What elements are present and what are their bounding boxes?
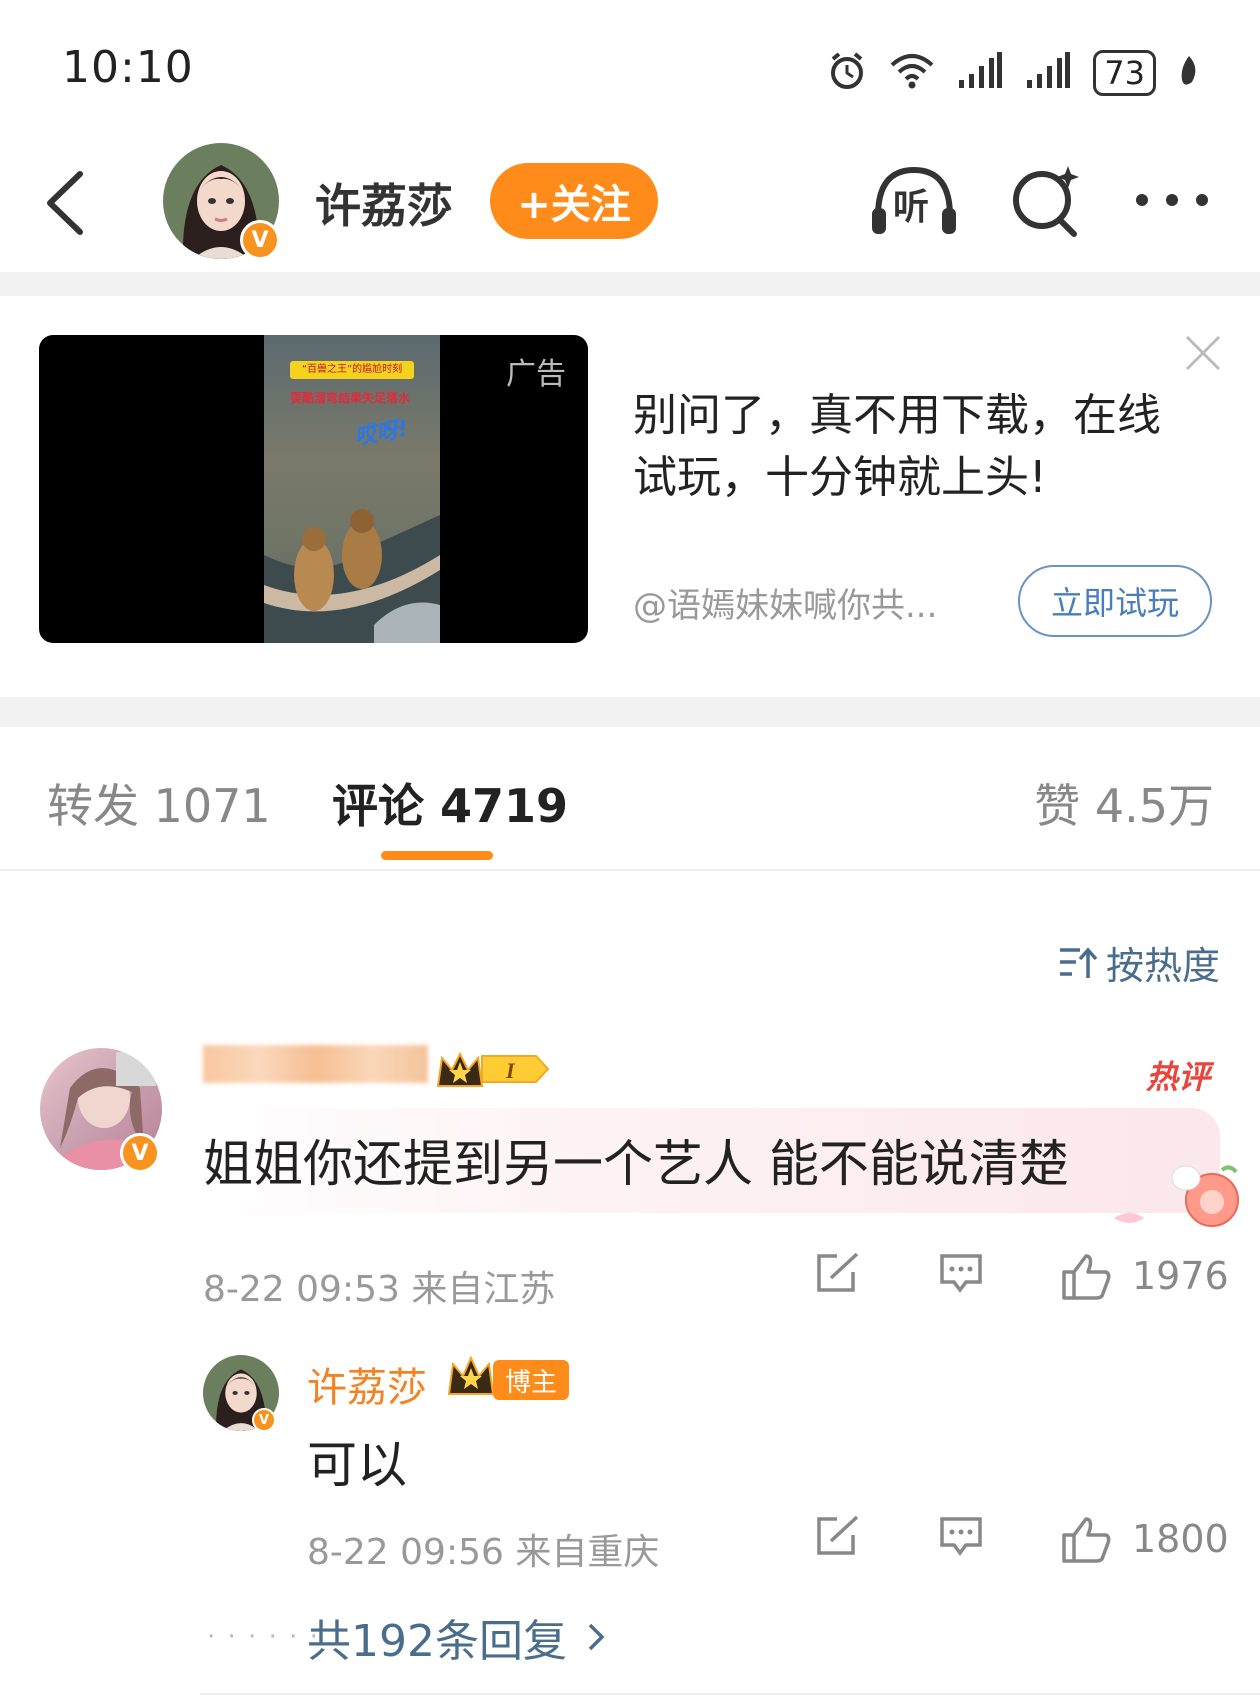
chevron-left-icon	[47, 171, 83, 235]
comment-repost-button[interactable]	[815, 1252, 861, 1294]
back-button[interactable]	[42, 168, 90, 238]
more-replies-label: 共192条回复	[307, 1616, 567, 1667]
leaf-icon	[1178, 54, 1200, 92]
ad-video-frame: “百兽之王”的尴尬时刻 耍酷溜弯结果失足落水 哎呀!	[264, 335, 440, 643]
battery-indicator: 73	[1093, 50, 1156, 96]
commenter-name[interactable]	[203, 1045, 428, 1083]
ad-close-button[interactable]	[1183, 333, 1223, 373]
blogger-badge: 博主	[493, 1360, 570, 1400]
listen-label: 听	[893, 187, 930, 228]
ad-video-caption-top: “百兽之王”的尴尬时刻	[290, 361, 414, 379]
crown-badge-icon: I	[436, 1051, 550, 1087]
chevron-right-icon	[588, 1623, 605, 1651]
signal-icon-1	[957, 52, 1003, 94]
lions-image	[264, 509, 440, 643]
fan-level-badge: I	[436, 1048, 550, 1094]
alarm-icon	[827, 51, 867, 95]
status-icons: 73	[827, 48, 1200, 98]
reply-reply-button[interactable]	[938, 1515, 984, 1557]
reply-username[interactable]: 许荔莎	[307, 1355, 427, 1413]
ad-video[interactable]: “百兽之王”的尴尬时刻 耍酷溜弯结果失足落水 哎呀! 广告	[39, 335, 588, 643]
blogger-crown-icon	[447, 1354, 495, 1402]
section-divider	[0, 272, 1260, 296]
reply-like-count: 1800	[1132, 1517, 1229, 1561]
ad-label: 广告	[506, 357, 566, 392]
sort-button[interactable]: 按热度	[1058, 935, 1220, 990]
ad-source[interactable]: @语嫣妹妹喊你共...	[633, 578, 937, 627]
tab-active-indicator	[381, 851, 493, 860]
search-sparkle-icon	[1013, 166, 1079, 237]
svg-text:I: I	[505, 1058, 516, 1083]
comment-meta: 8-22 09:53 来自江苏	[203, 1269, 556, 1310]
reply-meta: 8-22 09:56 来自重庆	[307, 1532, 660, 1573]
thread-dots: · · · · · ·	[207, 1622, 320, 1652]
tab-like[interactable]: 赞 4.5万	[1034, 770, 1214, 836]
hot-comment-tag: 热评	[1145, 1058, 1210, 1096]
view-more-replies-link[interactable]: 共192条回复	[307, 1605, 605, 1669]
tab-comment[interactable]: 评论 4719	[332, 770, 568, 836]
thumbs-up-icon	[1062, 1254, 1111, 1300]
status-time: 10:10	[62, 42, 194, 93]
ad-video-caption-2: 耍酷溜弯结果失足落水	[290, 391, 411, 405]
comment-icon	[940, 1254, 982, 1293]
comment-reply-button[interactable]	[938, 1252, 984, 1294]
comment-text[interactable]: 姐姐你还提到另一个艺人 能不能说清楚	[203, 1124, 1069, 1196]
more-button[interactable]	[1134, 160, 1210, 240]
close-icon	[1185, 335, 1221, 371]
section-divider	[0, 697, 1260, 727]
tab-divider	[0, 869, 1260, 871]
reply-text[interactable]: 可以	[307, 1425, 407, 1497]
share-icon	[817, 1515, 859, 1555]
ad-cta-button[interactable]: 立即试玩	[1018, 565, 1212, 637]
comment-icon	[940, 1517, 982, 1556]
thumbs-up-icon	[1062, 1517, 1111, 1563]
wifi-icon	[889, 51, 935, 95]
bunny-sticker-icon	[1110, 1162, 1240, 1236]
comment-like-count: 1976	[1132, 1254, 1229, 1298]
reply-repost-button[interactable]	[815, 1515, 861, 1557]
comment-divider	[200, 1693, 1260, 1695]
reply-like-button[interactable]: 1800	[1060, 1515, 1229, 1563]
header-username[interactable]: 许荔莎	[315, 170, 453, 236]
share-icon	[817, 1252, 859, 1292]
commenter-verified-icon: V	[120, 1133, 160, 1173]
follow-button[interactable]: +关注	[490, 163, 658, 239]
ad-text[interactable]: 别问了，真不用下载，在线试玩，十分钟就上头!	[633, 385, 1193, 509]
signal-icon-2	[1025, 52, 1071, 94]
listen-button[interactable]: 听	[868, 160, 960, 240]
verified-badge-icon: V	[240, 220, 280, 260]
search-button[interactable]	[1008, 160, 1084, 240]
more-dots-icon	[1136, 194, 1208, 206]
tab-repost[interactable]: 转发 1071	[47, 770, 271, 836]
reply-verified-icon: V	[252, 1408, 276, 1432]
sort-icon	[1059, 946, 1098, 978]
sort-label: 按热度	[1105, 944, 1220, 988]
comment-like-button[interactable]: 1976	[1060, 1252, 1229, 1300]
